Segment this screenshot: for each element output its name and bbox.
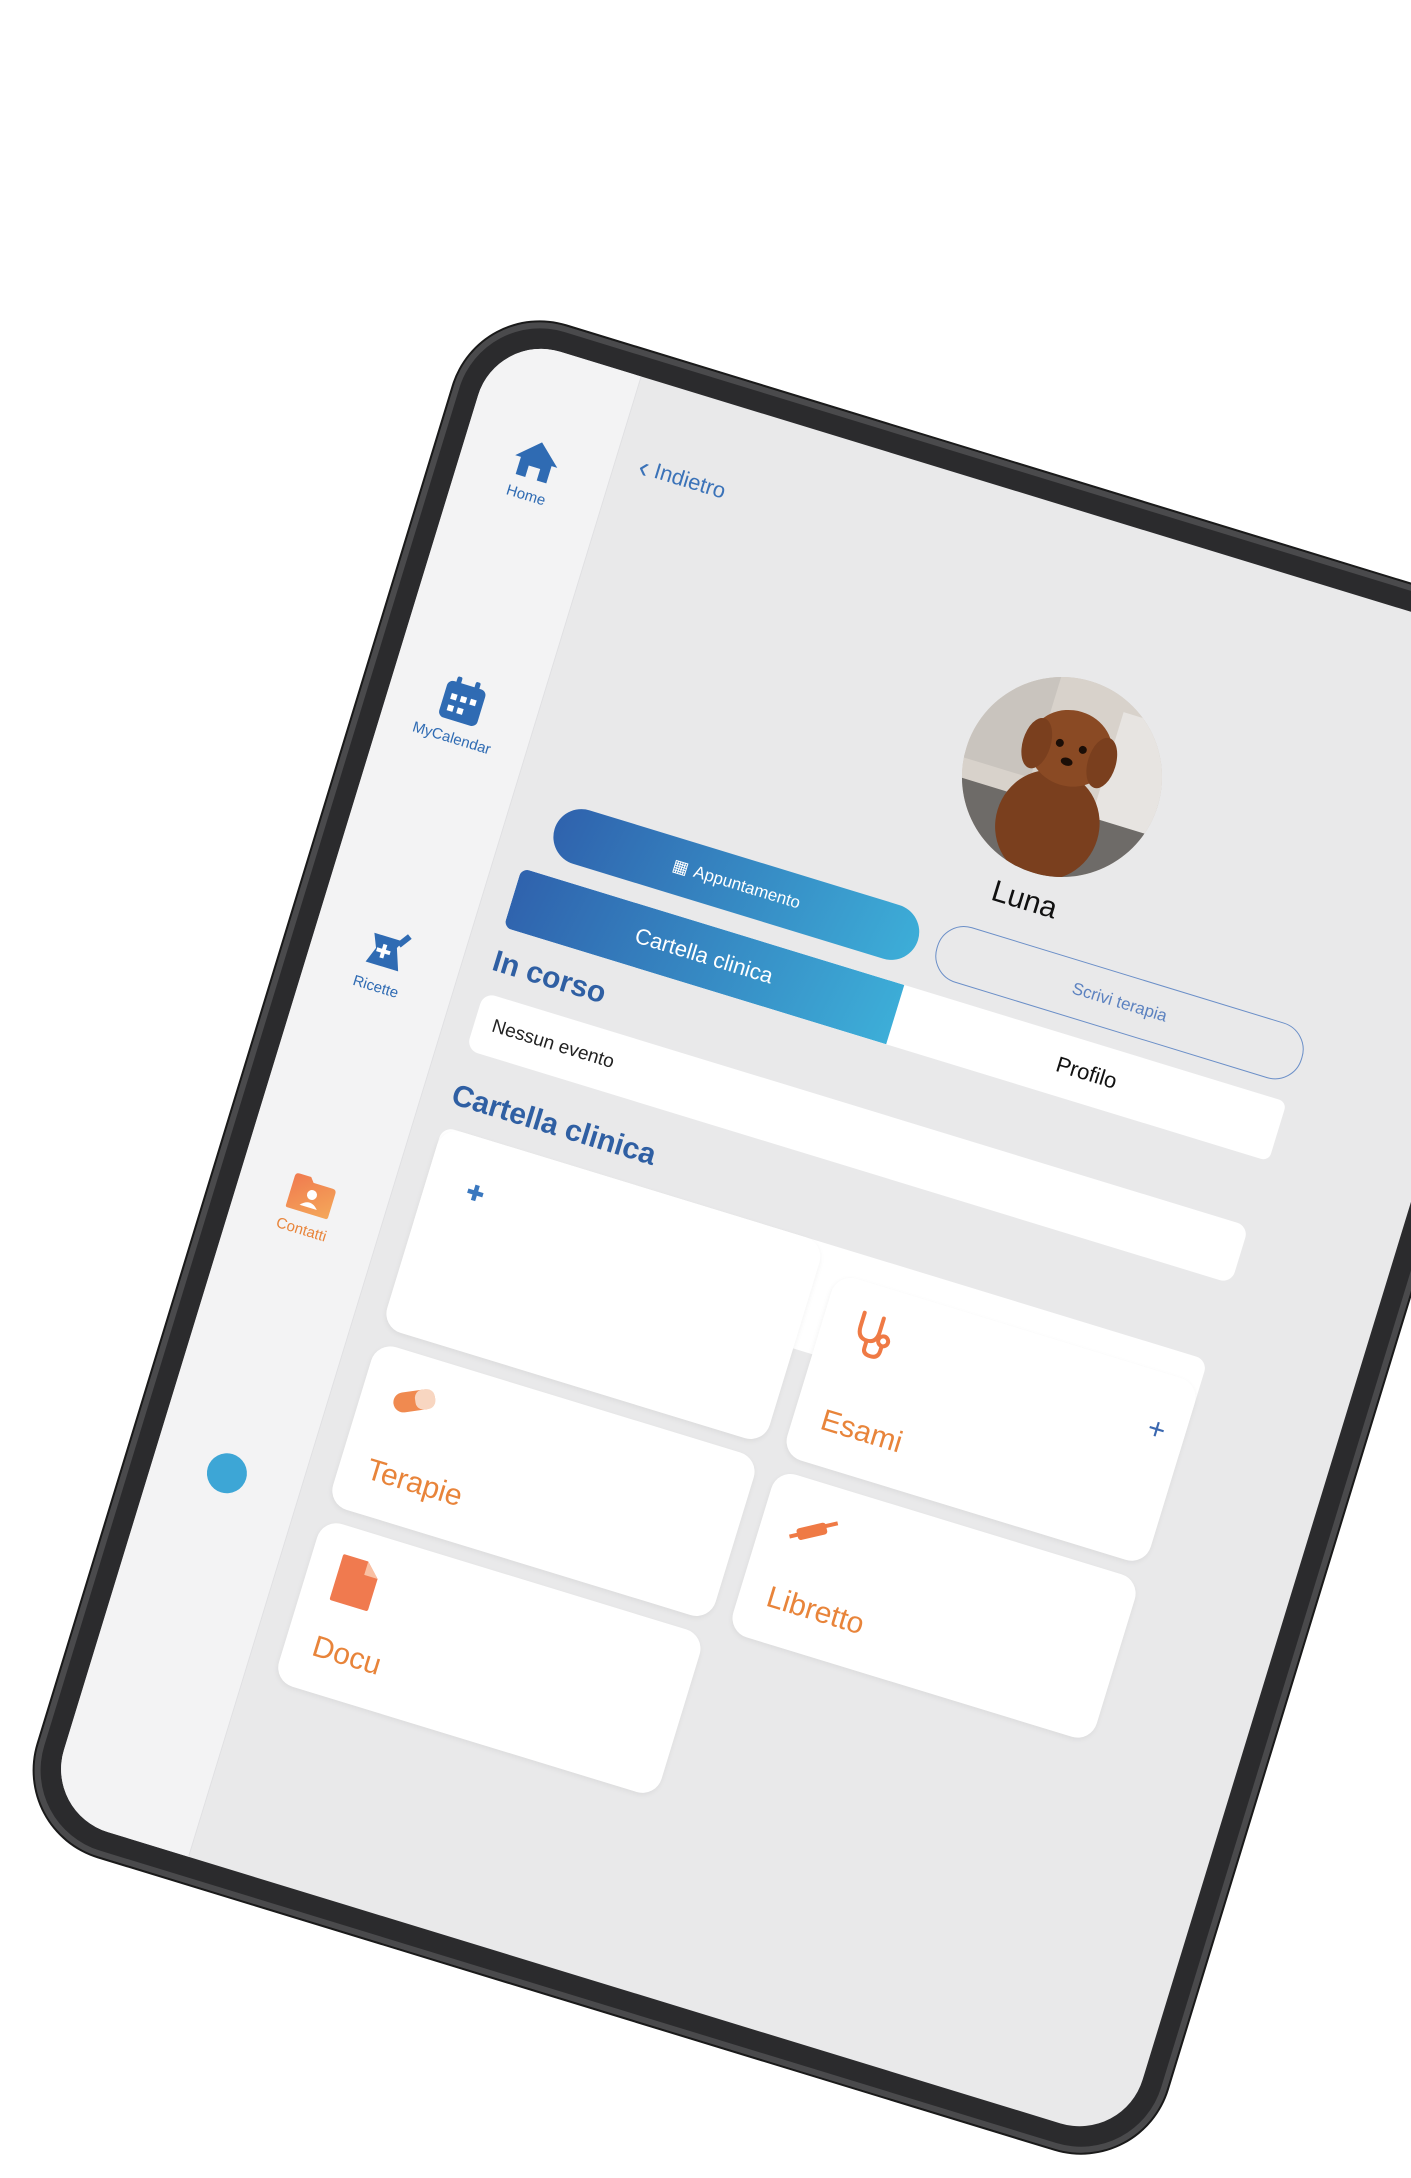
syringe-icon [782, 1502, 846, 1564]
document-icon [325, 1551, 384, 1618]
main-content: ‹Indietro Luna ▦ Appuntamento Scrivi ter… [188, 376, 1411, 2142]
sidebar-item-mycalendar[interactable]: MyCalendar [377, 658, 541, 769]
calendar-icon: ▦ [670, 855, 692, 879]
sidebar-item-home[interactable]: Home [452, 419, 615, 526]
sidebar-item-contatti[interactable]: Contatti [227, 1155, 389, 1260]
tab-label: Cartella clinica [632, 922, 777, 989]
sidebar-item-ricette[interactable]: Ricette [301, 906, 465, 1017]
pet-avatar [937, 652, 1187, 902]
add-button[interactable]: + [1143, 1411, 1169, 1449]
profile-avatar-icon[interactable] [201, 1448, 252, 1499]
write-therapy-label: Scrivi terapia [1069, 978, 1170, 1026]
card-label: Visite e referti [416, 1275, 602, 1361]
pill-icon [383, 1374, 444, 1432]
card-label: Esami [816, 1403, 907, 1460]
back-button[interactable]: ‹Indietro [634, 451, 729, 510]
card-label: Terapie [362, 1452, 467, 1514]
dog-photo-icon [937, 652, 1187, 902]
card-label: Docu [308, 1629, 386, 1682]
appointment-label: Appuntamento [691, 861, 803, 913]
tablet-frame: Home MyCalendar Ricette Contatti ‹Indiet… [12, 300, 1411, 2176]
stethoscope-icon [841, 1306, 902, 1371]
home-icon [515, 442, 558, 484]
contacts-folder-icon [285, 1173, 336, 1220]
card-label: Libretto [762, 1580, 869, 1642]
prescription-icon [445, 1159, 511, 1229]
back-label: Indietro [651, 458, 729, 504]
tab-label: Profilo [1053, 1051, 1121, 1094]
prescription-icon [365, 932, 412, 972]
tablet-screen: Home MyCalendar Ricette Contatti ‹Indiet… [44, 332, 1411, 2143]
calendar-icon [439, 676, 486, 726]
empty-events-label: Nessun evento [489, 1015, 617, 1073]
